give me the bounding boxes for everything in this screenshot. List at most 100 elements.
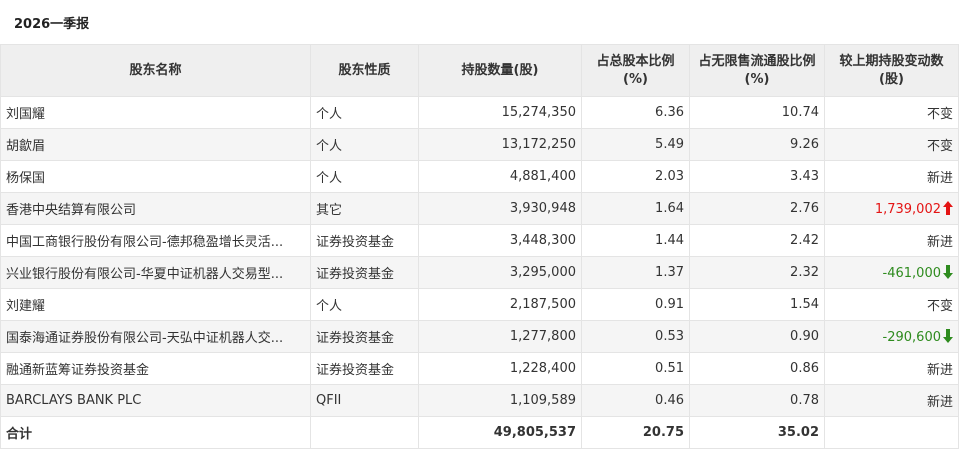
total-share-pct: 1.64 — [581, 192, 690, 225]
share-change: 新进 — [824, 352, 959, 385]
float-share-pct: 1.54 — [689, 288, 825, 321]
table-row: 刘建耀 个人 2,187,500 0.91 1.54 不变 — [0, 288, 959, 321]
share-change-value: 新进 — [926, 363, 953, 378]
shareholder-type-value: 证券投资基金 — [316, 267, 395, 282]
total-share-pct: 5.49 — [581, 128, 690, 161]
share-change: -290,600 — [824, 320, 959, 353]
share-change: 不变 — [824, 128, 959, 161]
total-share-pct: 0.46 — [581, 384, 690, 417]
shares-held: 1,109,589 — [418, 384, 582, 417]
total-type — [310, 416, 419, 449]
float-share-pct: 0.90 — [689, 320, 825, 353]
shareholder-type-value: 个人 — [316, 107, 343, 122]
shares-held-value: 3,448,300 — [509, 233, 576, 248]
shareholder-type: 证券投资基金 — [310, 352, 419, 385]
table-row: 胡歙眉 个人 13,172,250 5.49 9.26 不变 — [0, 128, 959, 161]
total-share-pct: 0.51 — [581, 352, 690, 385]
shareholder-type-value: 个人 — [316, 299, 343, 314]
total-share-pct-value: 0.91 — [655, 297, 684, 312]
share-change: 新进 — [824, 160, 959, 193]
shareholder-type: 证券投资基金 — [310, 256, 419, 289]
share-change-value: 不变 — [926, 299, 953, 314]
total-share-pct-value: 0.51 — [655, 361, 684, 376]
shares-held-value: 3,930,948 — [509, 201, 576, 216]
shareholder-type: 个人 — [310, 96, 419, 129]
total-share-pct-value: 6.36 — [655, 105, 684, 120]
total-share-pct-value: 0.46 — [655, 393, 684, 408]
shareholder-name-value: 香港中央结算有限公司 — [6, 203, 137, 218]
table-row: 融通新蓝筹证券投资基金 证券投资基金 1,228,400 0.51 0.86 新进 — [0, 352, 959, 385]
float-share-pct: 2.42 — [689, 224, 825, 257]
float-share-pct: 3.43 — [689, 160, 825, 193]
shareholder-name-value: 杨保国 — [6, 171, 46, 186]
table-row: 中国工商银行股份有限公司-德邦稳盈增长灵活... 证券投资基金 3,448,300 1… — [0, 224, 959, 257]
total-share-pct: 6.36 — [581, 96, 690, 129]
shareholder-name: 中国工商银行股份有限公司-德邦稳盈增长灵活... — [0, 224, 311, 257]
total-share-pct: 0.53 — [581, 320, 690, 353]
float-share-pct-value: 9.26 — [790, 137, 819, 152]
total-share-pct-value: 2.03 — [655, 169, 684, 184]
shares-held-value: 1,109,589 — [509, 393, 576, 408]
share-change-value: 新进 — [926, 171, 953, 186]
float-share-pct: 9.26 — [689, 128, 825, 161]
total-share-pct-value: 1.44 — [655, 233, 684, 248]
total-float-pct: 35.02 — [689, 416, 825, 449]
arrow-down-icon — [943, 328, 953, 343]
float-share-pct: 2.76 — [689, 192, 825, 225]
shares-held-value: 4,881,400 — [509, 169, 576, 184]
header-name: 股东名称 — [0, 44, 311, 97]
total-share-pct: 1.37 — [581, 256, 690, 289]
float-share-pct: 10.74 — [689, 96, 825, 129]
shareholder-name: 兴业银行股份有限公司-华夏中证机器人交易型... — [0, 256, 311, 289]
shareholder-name: 胡歙眉 — [0, 128, 311, 161]
share-change-value: 新进 — [926, 235, 953, 250]
share-change: 不变 — [824, 96, 959, 129]
float-share-pct-value: 0.86 — [790, 361, 819, 376]
shares-held: 3,930,948 — [418, 192, 582, 225]
float-share-pct: 0.78 — [689, 384, 825, 417]
float-share-pct-value: 1.54 — [790, 297, 819, 312]
total-row: 合计 49,805,537 20.75 35.02 — [0, 416, 959, 449]
shareholder-type-value: QFII — [316, 393, 342, 408]
total-share-pct: 1.44 — [581, 224, 690, 257]
float-share-pct: 2.32 — [689, 256, 825, 289]
shareholder-name-value: 胡歙眉 — [6, 139, 46, 154]
shares-held: 15,274,350 — [418, 96, 582, 129]
float-share-pct: 0.86 — [689, 352, 825, 385]
share-change-value: 不变 — [926, 107, 953, 122]
shareholder-name-value: 中国工商银行股份有限公司-德邦稳盈增长灵活... — [6, 235, 284, 250]
total-label: 合计 — [0, 416, 311, 449]
header-shares: 持股数量(股) — [418, 44, 582, 97]
total-share-pct-value: 1.64 — [655, 201, 684, 216]
shareholder-name-value: BARCLAYS BANK PLC — [6, 393, 142, 408]
total-share-pct: 2.03 — [581, 160, 690, 193]
share-change: 新进 — [824, 224, 959, 257]
share-change: 1,739,002 — [824, 192, 959, 225]
shareholders-table: 股东名称 股东性质 持股数量(股) 占总股本比例(%) 占无限售流通股比例(%)… — [0, 44, 959, 449]
float-share-pct-value: 0.78 — [790, 393, 819, 408]
table-row: 国泰海通证券股份有限公司-天弘中证机器人交... 证券投资基金 1,277,800 0… — [0, 320, 959, 353]
arrow-down-icon — [943, 264, 953, 279]
float-share-pct-value: 0.90 — [790, 329, 819, 344]
shares-held: 3,448,300 — [418, 224, 582, 257]
shares-held: 13,172,250 — [418, 128, 582, 161]
shareholder-type-value: 证券投资基金 — [316, 363, 395, 378]
header-float-pct: 占无限售流通股比例(%) — [689, 44, 825, 97]
table-row: BARCLAYS BANK PLC QFII 1,109,589 0.46 0.78 新进 — [0, 384, 959, 417]
shares-held-value: 2,187,500 — [509, 297, 576, 312]
shareholder-type: QFII — [310, 384, 419, 417]
shares-held-value: 13,172,250 — [501, 137, 576, 152]
shares-held-value: 1,228,400 — [509, 361, 576, 376]
shareholder-type-value: 个人 — [316, 171, 343, 186]
shareholder-name: 国泰海通证券股份有限公司-天弘中证机器人交... — [0, 320, 311, 353]
share-change-value: 不变 — [926, 139, 953, 154]
shares-held-value: 1,277,800 — [509, 329, 576, 344]
float-share-pct-value: 2.42 — [790, 233, 819, 248]
shares-held-value: 15,274,350 — [501, 105, 576, 120]
share-change: 不变 — [824, 288, 959, 321]
share-change-value: -461,000 — [882, 265, 941, 281]
shares-held: 2,187,500 — [418, 288, 582, 321]
shareholder-type-value: 个人 — [316, 139, 343, 154]
shareholder-type: 证券投资基金 — [310, 320, 419, 353]
shareholder-type: 证券投资基金 — [310, 224, 419, 257]
